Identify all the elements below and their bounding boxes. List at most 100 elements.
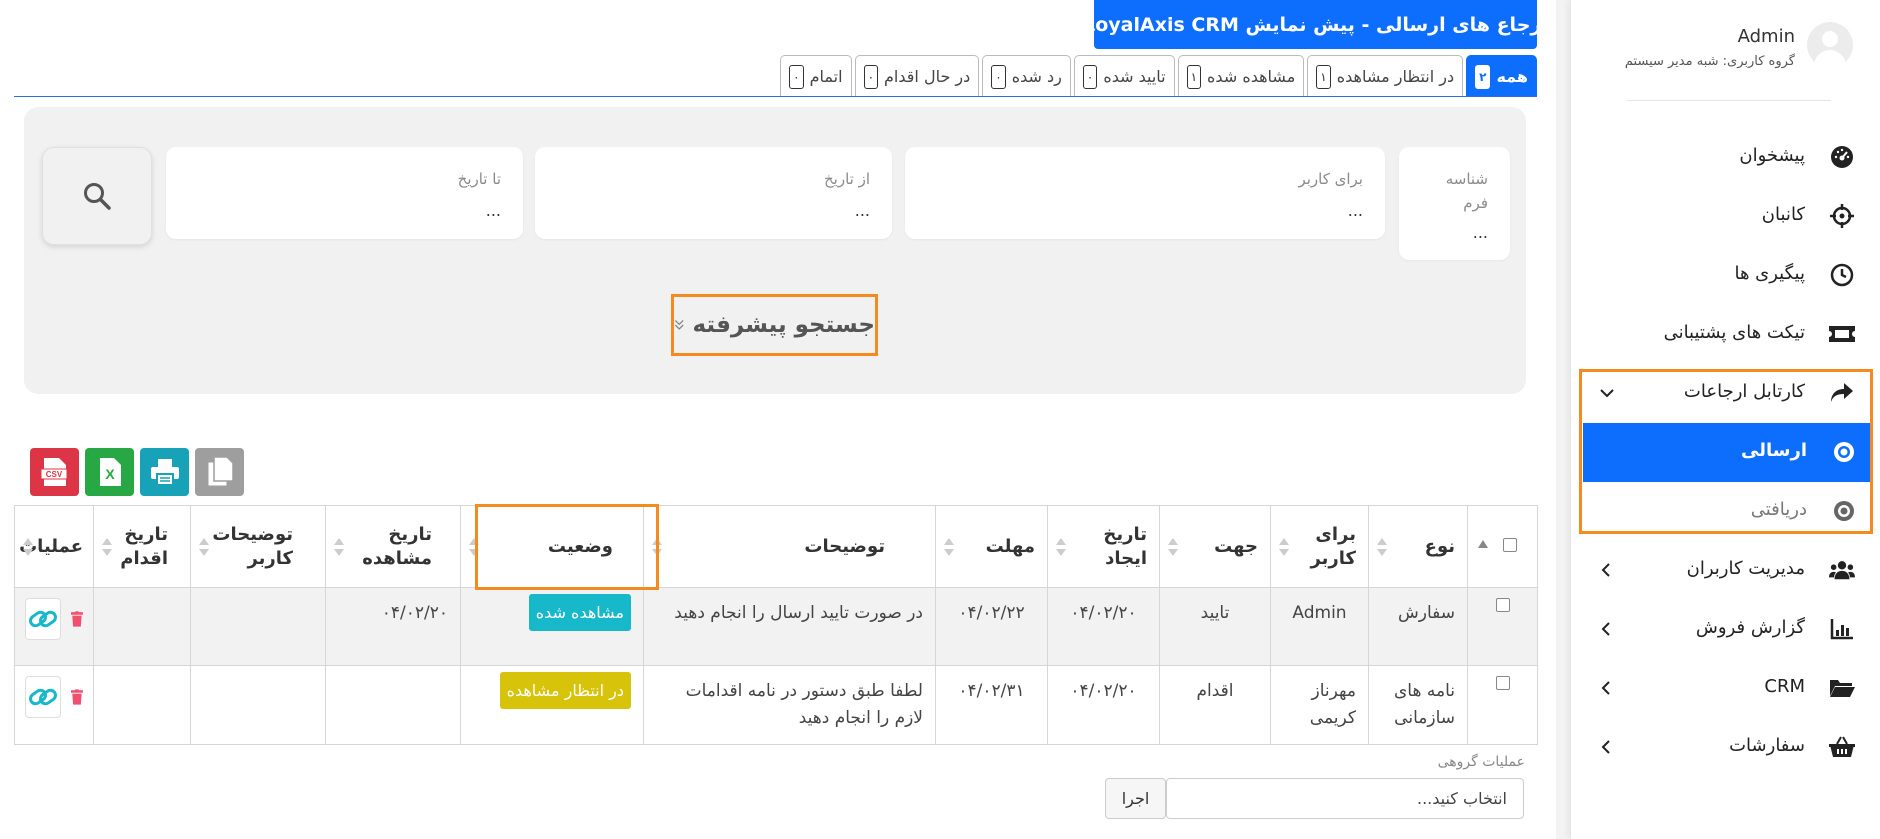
table-row[interactable]: سفارش Admin تایید ۰۴/۰۲/۲۰ ۰۴/۰۲/۲۲ در ص…	[14, 587, 1538, 666]
created-date-header[interactable]: تاریخ ایجاد	[1047, 505, 1160, 588]
user-profile[interactable]: Admin گروه کاربری: شبه مدیر سیستم	[1591, 18, 1861, 90]
printer-icon	[150, 459, 179, 486]
user-notes-cell	[190, 587, 326, 666]
to-date-filter[interactable]: تا تاریخ ...	[166, 147, 523, 239]
header-label: توضیحات	[804, 535, 885, 557]
radio-icon	[1831, 498, 1857, 524]
type-cell: سفارش	[1368, 587, 1468, 666]
filter-label: تا تاریخ	[457, 170, 501, 188]
tab-rejected[interactable]: رد شده ۰	[982, 55, 1071, 97]
tab-finished[interactable]: اتمام ۰	[780, 55, 852, 97]
sidebar-item-label: دریافتی	[1750, 499, 1807, 520]
advanced-search-toggle[interactable]: جستجو پیشرفته	[671, 294, 878, 356]
user-notes-header[interactable]: توضیحات کاربر	[190, 505, 326, 588]
created-date-cell: ۰۴/۰۲/۲۰	[1047, 665, 1160, 745]
group-ops-label: عملیات گروهی	[1437, 754, 1525, 770]
form-id-filter[interactable]: شناسه فرم ...	[1399, 147, 1510, 260]
sidebar-item-received[interactable]: دریافتی	[1583, 482, 1871, 541]
sidebar-item-label: ارسالی	[1741, 440, 1807, 461]
filter-value: ...	[1472, 223, 1488, 242]
sort-icon	[469, 537, 479, 556]
referrals-table: نوع برای کاربر جهت تاریخ ایجاد مهلت توضی…	[14, 505, 1538, 745]
print-button[interactable]	[140, 448, 189, 496]
clock-icon	[1829, 262, 1855, 288]
export-toolbar: CSV X	[30, 448, 244, 496]
tab-all[interactable]: همه ۲	[1466, 55, 1537, 97]
for-user-header[interactable]: برای کاربر	[1270, 505, 1369, 588]
sort-icon	[652, 537, 662, 556]
link-button[interactable]	[25, 676, 62, 718]
users-icon	[1829, 557, 1855, 583]
filter-value: ...	[854, 201, 870, 220]
sidebar-item-tickets[interactable]: تیکت های پشتیبانی	[1571, 305, 1880, 364]
for-user-cell: مهرناز کریمی	[1270, 665, 1369, 745]
header-label: توضیحات کاربر	[212, 523, 293, 569]
operations-cell	[14, 665, 94, 745]
copy-button[interactable]	[195, 448, 244, 496]
sidebar-item-followups[interactable]: پیگیری ها	[1571, 246, 1880, 305]
trash-icon[interactable]	[71, 610, 83, 628]
table-header-row: نوع برای کاربر جهت تاریخ ایجاد مهلت توضی…	[14, 505, 1538, 588]
description-cell: در صورت تایید ارسال را انجام دهید	[643, 587, 936, 666]
status-cell: مشاهده شده	[460, 587, 644, 666]
sidebar-item-users[interactable]: مدیریت کاربران	[1571, 541, 1880, 600]
tab-label: همه	[1496, 67, 1528, 86]
share-icon	[1829, 380, 1855, 406]
search-button[interactable]	[42, 147, 152, 245]
sidebar-item-sent[interactable]: ارسالی	[1583, 423, 1871, 482]
csv-export-button[interactable]: CSV	[30, 448, 79, 496]
group-ops-select[interactable]: انتخاب کنید...	[1166, 778, 1524, 819]
sidebar-item-referrals[interactable]: کارتابل ارجاعات	[1571, 364, 1880, 423]
tab-count: ۰	[991, 64, 1006, 89]
sidebar-item-kanban[interactable]: کانبان	[1571, 187, 1880, 246]
row-select-cell	[1467, 587, 1538, 666]
status-header[interactable]: وضعیت	[460, 505, 644, 588]
user-group: گروه کاربری: شبه مدیر سیستم	[1624, 54, 1795, 69]
tab-label: تایید شده	[1103, 67, 1166, 86]
tab-label: در انتظار مشاهده	[1336, 67, 1455, 86]
tab-label: رد شده	[1011, 67, 1062, 86]
filter-value: ...	[485, 201, 501, 220]
tab-count: ۰	[863, 64, 879, 89]
sort-icon	[334, 537, 344, 556]
direction-header[interactable]: جهت	[1159, 505, 1271, 588]
sidebar-item-crm[interactable]: CRM	[1571, 659, 1880, 718]
sidebar-item-orders[interactable]: سفارشات	[1571, 718, 1880, 777]
created-date-cell: ۰۴/۰۲/۲۰	[1047, 587, 1160, 666]
select-all-checkbox[interactable]	[1502, 537, 1517, 552]
run-button[interactable]: اجرا	[1105, 778, 1166, 819]
action-date-header[interactable]: تاریخ اقدام	[93, 505, 191, 588]
copy-icon	[207, 456, 234, 487]
trash-icon[interactable]	[71, 688, 83, 706]
link-icon	[29, 688, 58, 706]
tab-pending-view[interactable]: در انتظار مشاهده ۱	[1307, 55, 1464, 97]
tab-in-progress[interactable]: در حال اقدام ۰	[854, 55, 980, 97]
link-button[interactable]	[25, 598, 62, 640]
viewed-date-header[interactable]: تاریخ مشاهده	[325, 505, 461, 588]
viewed-date-cell: ۰۴/۰۲/۲۰	[325, 587, 461, 666]
operations-header[interactable]: عملیات	[14, 505, 94, 588]
for-user-filter[interactable]: برای کاربر ...	[905, 147, 1385, 239]
sort-up-icon[interactable]	[1478, 540, 1488, 548]
tab-label: اتمام	[809, 67, 843, 86]
sidebar-item-dashboard[interactable]: پیشخوان	[1571, 128, 1880, 187]
tab-approved[interactable]: تایید شده ۰	[1073, 55, 1175, 97]
tab-count: ۱	[1316, 64, 1331, 89]
action-date-cell	[93, 665, 191, 745]
table-row[interactable]: نامه های سازمانی مهرناز کریمی اقدام ۰۴/۰…	[14, 665, 1538, 745]
tab-viewed[interactable]: مشاهده شده ۱	[1177, 55, 1305, 97]
type-header[interactable]: نوع	[1368, 505, 1468, 588]
status-badge: مشاهده شده	[528, 594, 631, 631]
user-notes-cell	[190, 665, 326, 745]
app: ارجاع های ارسالی - پیش نمایش LoyalAxis C…	[0, 0, 1880, 839]
search-icon	[84, 183, 111, 210]
sidebar-item-sales-report[interactable]: گزارش فروش	[1571, 600, 1880, 659]
from-date-filter[interactable]: از تاریخ ...	[535, 147, 892, 239]
tab-count: ۰	[789, 64, 804, 89]
row-checkbox[interactable]	[1495, 598, 1510, 612]
row-checkbox[interactable]	[1495, 676, 1510, 690]
excel-export-button[interactable]: X	[85, 448, 134, 496]
deadline-header[interactable]: مهلت	[935, 505, 1048, 588]
description-header[interactable]: توضیحات	[643, 505, 936, 588]
tab-label: در حال اقدام	[884, 67, 971, 86]
